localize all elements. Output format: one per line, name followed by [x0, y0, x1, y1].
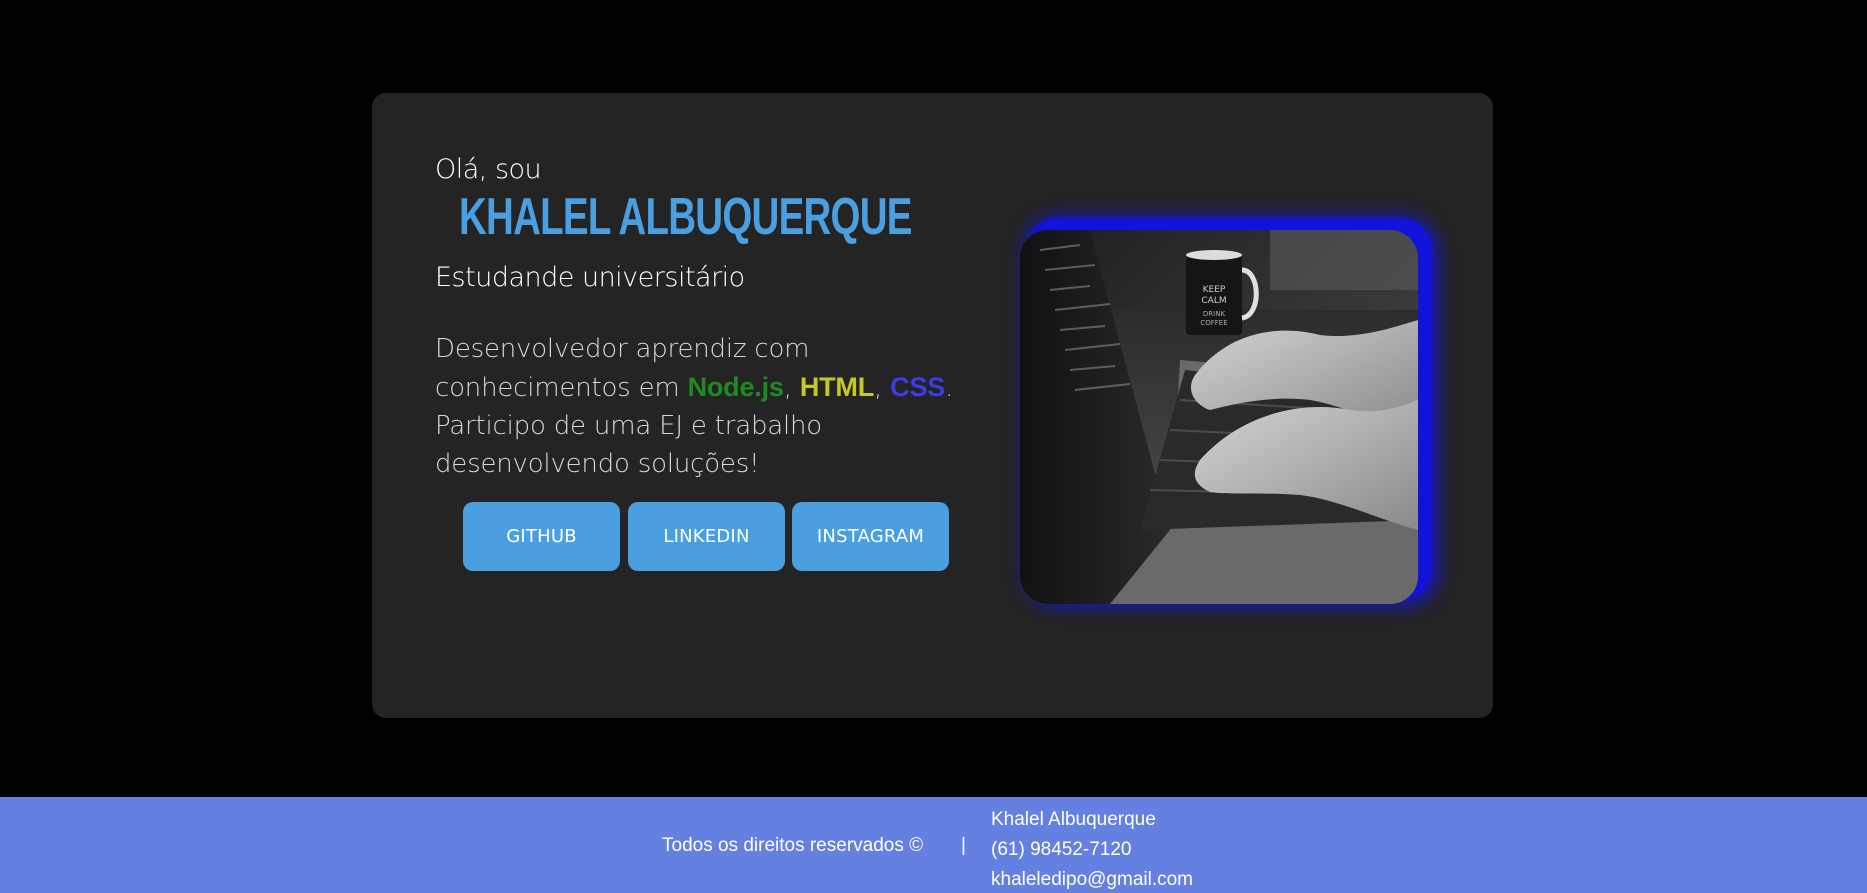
contact-info: Khalel Albuquerque (61) 98452-7120 khale…	[991, 805, 1193, 893]
description-sep: ,	[783, 373, 800, 403]
subtitle: Estudande universitário	[435, 262, 745, 293]
page: Olá, sou KHALEL ALBUQUERQUE Estudande un…	[0, 0, 1867, 893]
copyright-text: Todos os direitos reservados ©	[662, 835, 924, 856]
mug-text: CALM	[1201, 296, 1226, 306]
instagram-button[interactable]: INSTAGRAM	[792, 502, 949, 571]
tech-html: HTML	[799, 372, 875, 402]
name-title: KHALEL ALBUQUERQUE	[459, 188, 912, 246]
description-sep: ,	[874, 373, 891, 403]
footer: Todos os direitos reservados © | Khalel …	[0, 797, 1867, 893]
greeting: Olá, sou	[435, 154, 542, 185]
tech-css: CSS	[890, 372, 946, 402]
mug-text: DRINK	[1203, 310, 1226, 318]
contact-name: Khalel Albuquerque	[991, 809, 1156, 830]
linkedin-button[interactable]: LINKEDIN	[628, 502, 785, 571]
contact-phone: (61) 98452-7120	[991, 839, 1132, 860]
github-button[interactable]: GITHUB	[463, 502, 620, 571]
mug-text: KEEP	[1203, 285, 1226, 295]
description: Desenvolvedor aprendiz com conhecimentos…	[435, 330, 990, 483]
footer-separator: |	[961, 835, 966, 856]
laptop-photo-image: KEEP CALM DRINK COFFEE	[1020, 230, 1418, 604]
mug-text: COFFEE	[1200, 319, 1227, 327]
profile-photo: KEEP CALM DRINK COFFEE	[1020, 230, 1418, 604]
contact-email: khaleledipo@gmail.com	[991, 869, 1193, 890]
tech-nodejs: Node.js	[687, 372, 784, 402]
